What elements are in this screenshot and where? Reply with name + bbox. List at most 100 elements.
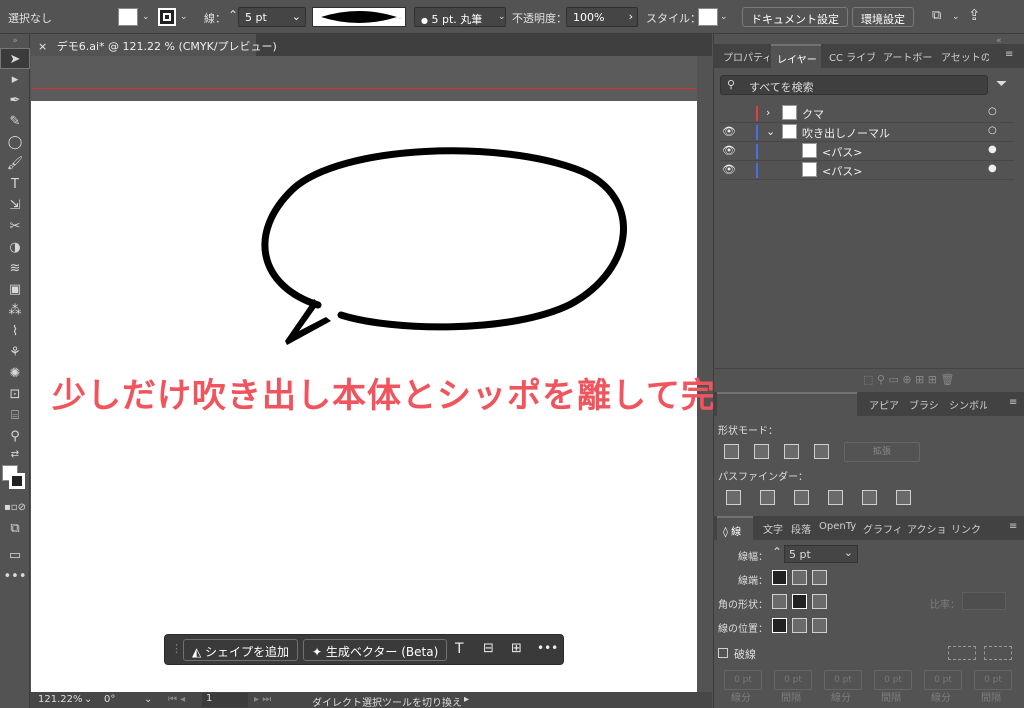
pathfinder-menu-icon[interactable]: ≡ xyxy=(1003,392,1021,416)
zoom-tool-icon[interactable]: ⚲ xyxy=(0,426,30,447)
weight-stepper-icon[interactable]: ⌃ xyxy=(772,545,782,559)
crop-artboard-icon[interactable]: ⊟ xyxy=(483,641,494,656)
tab-stroke[interactable]: ◊ 線 xyxy=(717,516,753,540)
layers-search-input[interactable]: ⚲ すべてを検索 xyxy=(720,75,988,95)
tab-symbols[interactable]: シンボル xyxy=(943,392,987,416)
zoom-level[interactable]: 121.22% xyxy=(38,694,83,705)
divide-icon[interactable] xyxy=(726,490,741,505)
dashed-line-checkbox[interactable] xyxy=(718,648,728,658)
tab-actions[interactable]: アクショ xyxy=(901,516,945,540)
eye-visibility-icon[interactable]: 👁 xyxy=(722,163,736,176)
opacity-label[interactable]: 不透明度： xyxy=(512,10,567,26)
layer-name[interactable]: <パス> xyxy=(822,144,862,160)
layer-row[interactable]: › クマ ○ xyxy=(720,104,1014,123)
round-join-icon[interactable] xyxy=(792,594,807,609)
paintbrush-tool-icon[interactable]: 🖌 xyxy=(0,153,30,174)
first-artboard-icon[interactable]: ⏮ ◂ xyxy=(168,694,185,705)
swap-fill-stroke-icon[interactable]: ⇄ xyxy=(0,447,30,463)
eyedropper-tool-icon[interactable]: ⌇ xyxy=(0,321,30,342)
ellipse-tool-icon[interactable]: ◯ xyxy=(0,132,30,153)
panel-menu-icon[interactable]: ≡ xyxy=(999,44,1019,68)
crop-icon[interactable] xyxy=(828,490,843,505)
layer-name[interactable]: 吹き出しノーマル xyxy=(802,125,890,141)
next-artboard-icon[interactable]: ▸ ⏭ xyxy=(254,694,271,705)
type-icon[interactable]: T xyxy=(455,641,464,657)
layer-row[interactable]: 👁 <パス> ● xyxy=(720,142,1014,161)
tab-asset-export[interactable]: アセットの xyxy=(935,44,989,68)
arrange-documents-icon[interactable]: ⧉ xyxy=(932,8,941,23)
scale-tool-icon[interactable]: ⇲ xyxy=(0,195,30,216)
gradient-tool-icon[interactable]: ▣ xyxy=(0,279,30,300)
drawing-modes-icon[interactable]: ⧉ xyxy=(0,518,30,539)
fill-chevron-down-icon[interactable]: ⌄ xyxy=(142,12,150,22)
symbol-sprayer-tool-icon[interactable]: ✺ xyxy=(0,363,30,384)
pen-tool-icon[interactable]: ✒ xyxy=(0,90,30,111)
dash-value-input[interactable]: 0 pt xyxy=(724,670,762,690)
profile-chevron-down-icon[interactable]: ⌄ xyxy=(396,12,404,22)
layer-row[interactable]: 👁 <パス> ● xyxy=(720,161,1014,180)
target-icon[interactable]: ○ xyxy=(988,106,997,117)
trim-icon[interactable] xyxy=(760,490,775,505)
dash-value-input[interactable]: 0 pt xyxy=(974,670,1012,690)
rotation-value[interactable]: 0° xyxy=(104,694,115,705)
projecting-cap-icon[interactable] xyxy=(812,570,827,585)
miter-join-icon[interactable] xyxy=(772,594,787,609)
zoom-chevron-icon[interactable]: ⌄ xyxy=(84,694,92,705)
tab-pathfinder[interactable] xyxy=(717,392,857,416)
shape-builder-tool-icon[interactable]: ◑ xyxy=(0,237,30,258)
preserve-dash-icon[interactable] xyxy=(948,646,976,660)
document-setup-button[interactable]: ドキュメント設定 xyxy=(742,7,848,27)
more-options-icon[interactable]: ••• xyxy=(537,641,558,655)
collapse-panel-icon[interactable]: » xyxy=(0,34,30,48)
tab-appearance[interactable]: アピア xyxy=(863,392,899,416)
round-cap-icon[interactable] xyxy=(792,570,807,585)
tab-cc-libraries[interactable]: CC ライブ xyxy=(823,44,875,68)
scissors-tool-icon[interactable]: ✂ xyxy=(0,216,30,237)
artboard-number[interactable]: 1 xyxy=(202,693,248,707)
type-tool-icon[interactable]: T xyxy=(0,174,30,195)
close-icon[interactable]: × xyxy=(38,40,47,53)
minus-front-icon[interactable] xyxy=(754,444,769,459)
fill-swatch[interactable] xyxy=(118,8,138,26)
miter-limit-input[interactable] xyxy=(962,592,1006,610)
layer-name[interactable]: クマ xyxy=(802,106,824,122)
target-icon[interactable]: ● xyxy=(988,144,997,155)
image-add-icon[interactable]: ⊞ xyxy=(511,641,522,656)
mesh-tool-icon[interactable]: ⁂ xyxy=(0,300,30,321)
style-chevron-down-icon[interactable]: ⌄ xyxy=(720,12,728,22)
tab-layers[interactable]: レイヤー xyxy=(771,44,821,68)
stroke-swatch[interactable] xyxy=(158,8,176,26)
preferences-button[interactable]: 環境設定 xyxy=(852,7,914,27)
graphic-style-swatch[interactable] xyxy=(698,8,718,26)
intersect-icon[interactable] xyxy=(784,444,799,459)
tab-graphic-styles[interactable]: グラフィ xyxy=(857,516,901,540)
rotation-chevron-icon[interactable]: ⌄ xyxy=(144,694,152,705)
add-shape-button[interactable]: ◭ シェイプを追加 xyxy=(183,639,299,661)
stroke-chevron-down-icon[interactable]: ⌄ xyxy=(180,12,188,22)
tab-character[interactable]: 文字 xyxy=(757,516,783,540)
more-tools-icon[interactable]: ••• xyxy=(0,566,30,587)
expand-button[interactable]: 拡張 xyxy=(844,442,920,462)
fill-stroke-widget[interactable] xyxy=(0,463,30,497)
stroke-menu-icon[interactable]: ≡ xyxy=(1003,516,1021,540)
document-tab[interactable]: × デモ6.ai* @ 121.22 % (CMYK/プレビュー) xyxy=(30,34,277,56)
direct-selection-tool-icon[interactable]: ▸ xyxy=(0,69,30,90)
stroke-weight-input[interactable]: 5 pt ⌄ xyxy=(784,545,858,563)
generate-vector-button[interactable]: ✦ 生成ベクター (Beta) xyxy=(303,639,448,661)
tab-links[interactable]: リンク xyxy=(945,516,981,540)
selection-tool-icon[interactable]: ➤ xyxy=(0,48,30,69)
tab-paragraph[interactable]: 段落 xyxy=(785,516,813,540)
layer-row[interactable]: 👁 ⌄ 吹き出しノーマル ○ xyxy=(720,123,1014,142)
eye-visibility-icon[interactable]: 👁 xyxy=(722,144,736,157)
footer-icons[interactable]: ⬚ ⚲ ▭ ⊕ ⊞ ⊞ 🗑 xyxy=(863,373,954,386)
merge-icon[interactable] xyxy=(794,490,809,505)
dash-value-input[interactable]: 0 pt xyxy=(774,670,812,690)
tab-properties[interactable]: プロパティ xyxy=(717,44,769,68)
arrange-chevron-down-icon[interactable]: ⌄ xyxy=(952,12,960,22)
status-menu-icon[interactable]: ▸ xyxy=(464,694,469,705)
unite-icon[interactable] xyxy=(724,444,739,459)
drag-handle-icon[interactable]: ⋮ xyxy=(171,642,182,655)
warp-tool-icon[interactable]: ≋ xyxy=(0,258,30,279)
butt-cap-icon[interactable] xyxy=(772,570,787,585)
opacity-field[interactable]: 100% › xyxy=(566,7,638,27)
